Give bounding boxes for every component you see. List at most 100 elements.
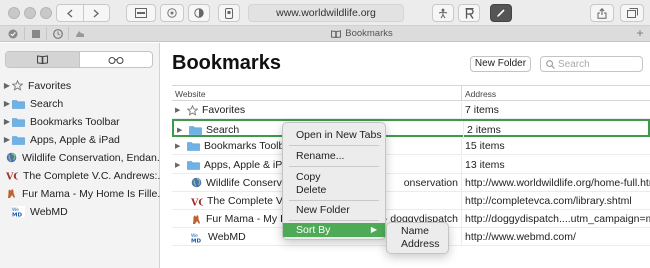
history-nav [56, 4, 110, 22]
extension-icon [225, 7, 233, 19]
menu-item-copy[interactable]: Copy [283, 170, 385, 184]
sort-by-submenu: Name Address [386, 222, 449, 254]
r-extension-button[interactable] [458, 4, 480, 22]
check-circle-icon [8, 29, 18, 38]
table-row[interactable]: ▶ Favorites 7 items [172, 101, 650, 119]
row-address: http://doggydispatch....utm_campaign=mai… [465, 213, 650, 226]
sidebar-item-label: Bookmarks Toolbar [30, 115, 120, 128]
sort-by-name[interactable]: Name [387, 225, 448, 238]
pinned-tab[interactable] [68, 27, 90, 40]
table-row[interactable]: ▶ Apps, Apple & iPad 13 items [172, 155, 650, 174]
extension-button[interactable] [218, 4, 240, 22]
svg-text:VC: VC [191, 197, 203, 207]
row-address: 7 items [465, 104, 499, 116]
sidebar-item[interactable]: ▶ Bookmarks Toolbar [0, 113, 160, 130]
folder-icon [187, 142, 200, 152]
sidebar-item[interactable]: ▶ Apps, Apple & iPad [0, 131, 160, 148]
menu-item-open-in-new-tabs[interactable]: Open in New Tabs [283, 128, 385, 142]
table-row[interactable]: VC The Complete V.C. Ahttp://completevca.… [172, 192, 650, 210]
globe-icon [191, 177, 202, 188]
row-name-tail: onservation [403, 176, 458, 189]
column-header-address[interactable]: Address [465, 89, 496, 99]
svg-text:MD: MD [191, 238, 201, 243]
menu-item-sort-by[interactable]: Sort By ▶ [283, 223, 385, 237]
sidebar-item[interactable]: ▶ Search [0, 95, 160, 112]
search-icon [546, 59, 555, 69]
row-address: 15 items [465, 140, 505, 153]
close-window-button[interactable] [8, 7, 20, 19]
dog-icon [193, 214, 200, 224]
translate-button[interactable] [432, 4, 454, 22]
sidebar-item[interactable]: We MD WebMD [0, 203, 160, 220]
sidebar-mode-selector [5, 51, 153, 68]
disclosure-triangle-icon[interactable]: ▶ [177, 126, 185, 134]
tab-title: Bookmarks [345, 28, 393, 39]
sidebar-item[interactable]: Wildlife Conservation, Endan... [0, 149, 160, 166]
disclosure-triangle-icon[interactable]: ▶ [175, 106, 183, 114]
forward-button[interactable] [82, 5, 110, 21]
bookmarks-tab[interactable] [6, 52, 79, 67]
sidebar-item[interactable]: Fur Mama - My Home Is Fille... [0, 185, 160, 202]
context-menu: Open in New Tabs Rename... Copy Delete N… [282, 122, 386, 240]
new-tab-button[interactable]: + [634, 27, 646, 40]
new-folder-button[interactable]: New Folder [470, 56, 531, 72]
share-button[interactable] [590, 4, 614, 22]
back-icon [66, 9, 73, 17]
book-icon [331, 29, 342, 38]
column-header-website[interactable]: Website [175, 89, 206, 99]
sort-by-address[interactable]: Address [387, 238, 448, 251]
sidebar-item-label: Favorites [28, 79, 72, 92]
tab-overview-button[interactable] [620, 4, 644, 22]
pinned-tab[interactable] [2, 27, 24, 40]
sidebar-item[interactable]: ▶ Favorites [0, 77, 160, 94]
vc-icon: VC [191, 197, 203, 207]
reader-toggle-button[interactable] [188, 4, 210, 22]
folder-icon [12, 99, 25, 109]
disclosure-triangle-icon[interactable]: ▶ [4, 99, 10, 108]
tabs-icon [626, 8, 638, 18]
minimize-window-button[interactable] [24, 7, 36, 19]
disclosure-triangle-icon[interactable]: ▶ [4, 135, 10, 144]
zoom-window-button[interactable] [40, 7, 52, 19]
table-row[interactable]: ▶ Bookmarks Toolbar 15 items [172, 137, 650, 156]
reading-list-tab[interactable] [78, 52, 153, 67]
share-icon [597, 7, 607, 19]
menu-item-delete[interactable]: Delete [283, 183, 385, 197]
square-icon [31, 29, 40, 38]
disclosure-triangle-icon[interactable]: ▶ [4, 81, 10, 90]
pinned-tab[interactable] [46, 27, 68, 40]
svg-text:MD: MD [12, 213, 22, 218]
webmd-icon: WeMD [191, 231, 204, 243]
pen-extension-button[interactable] [490, 4, 512, 22]
forward-icon [93, 9, 100, 17]
disclosure-triangle-icon[interactable]: ▶ [175, 161, 183, 169]
row-name: WebMD [208, 231, 246, 244]
search-field[interactable]: Search [540, 56, 643, 72]
menu-item-new-folder[interactable]: New Folder [283, 203, 385, 217]
table-row[interactable]: ▶ Search 2 items [172, 119, 650, 140]
menu-item-rename[interactable]: Rename... [283, 149, 385, 163]
star-icon [12, 80, 23, 91]
table-row[interactable]: Wildlife Conservation onservation http://w… [172, 173, 650, 192]
vc-icon: VC [6, 172, 18, 182]
sidebar-toggle-button[interactable] [126, 4, 156, 22]
row-address: http://www.webmd.com/ [465, 231, 576, 244]
sidebar-icon [135, 8, 147, 18]
row-address: 13 items [465, 158, 505, 171]
address-bar[interactable]: www.worldwildlife.org [248, 4, 404, 22]
disclosure-triangle-icon[interactable]: ▶ [175, 142, 183, 150]
active-tab[interactable]: Bookmarks [92, 26, 632, 41]
sidebar-item-label: Fur Mama - My Home Is Fille... [22, 187, 160, 200]
tab-bar: Bookmarks + [0, 26, 650, 42]
sidebar: ▶ Favorites ▶ Search ▶ Bookmarks Toolbar ▶ Apps… [0, 43, 160, 268]
privacy-report-button[interactable] [160, 4, 184, 22]
disclosure-triangle-icon[interactable]: ▶ [4, 117, 10, 126]
back-button[interactable] [57, 5, 83, 21]
folder-icon [12, 117, 25, 127]
sidebar-item-label: The Complete V.C. Andrews:... [23, 169, 160, 182]
pen-icon [497, 9, 505, 17]
folder-icon [189, 126, 202, 135]
search-placeholder: Search [558, 58, 590, 70]
sidebar-item[interactable]: VC The Complete V.C. Andrews:... [0, 167, 160, 184]
pinned-tab[interactable] [24, 27, 46, 40]
